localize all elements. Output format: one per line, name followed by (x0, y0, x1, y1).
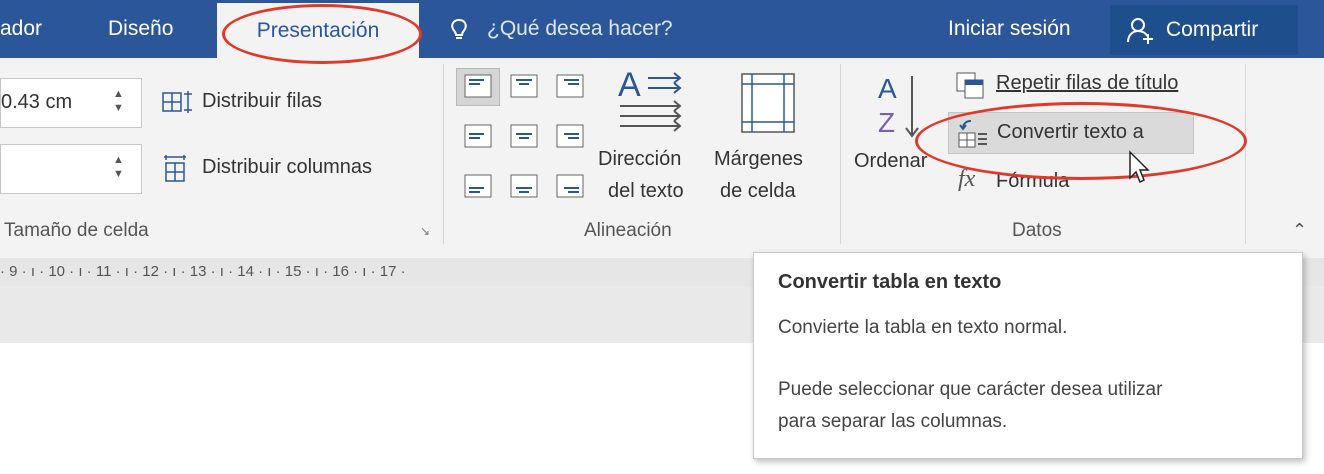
tooltip: Convertir tabla en texto Convierte la ta… (753, 252, 1303, 459)
svg-text:A: A (618, 66, 641, 104)
cell-margins-icon (741, 73, 795, 133)
align-center-left-icon[interactable] (464, 124, 492, 148)
distribute-rows-icon (162, 91, 192, 113)
group-separator (1245, 64, 1246, 244)
svg-text:Z: Z (878, 107, 895, 138)
cell-margins-button[interactable]: Márgenes de celda (710, 62, 828, 210)
tab-layout[interactable]: Presentación (217, 3, 419, 58)
text-direction-label-2: del texto (608, 180, 684, 202)
tooltip-description: Convierte la tabla en texto normal. (778, 317, 1068, 338)
sort-label: Ordenar (854, 150, 928, 172)
alignment-group-label: Alineación (584, 220, 672, 241)
align-top-center-icon[interactable] (510, 74, 538, 98)
formula-label: Fórmula (996, 170, 1070, 192)
alignment-grid (456, 68, 596, 208)
spin-arrows-icon[interactable]: ▲ ▼ (113, 153, 124, 181)
person-add-icon (1127, 18, 1153, 44)
align-bottom-center-icon[interactable] (510, 174, 538, 198)
convert-to-text-icon (958, 120, 987, 148)
tab-insert[interactable]: ador (0, 0, 42, 58)
ruler-marks: · 9 · ı · 10 · ı · 11 · ı · 12 · ı · 13 … (0, 263, 406, 280)
text-direction-icon: A (618, 66, 682, 132)
repeat-header-rows-icon (956, 72, 984, 99)
repeat-header-rows-button[interactable]: Repetir filas de título (956, 70, 1236, 104)
svg-text:A: A (878, 73, 897, 104)
repeat-header-rows-label: Repetir filas de título (996, 72, 1179, 94)
share-button[interactable]: Compartir (1110, 5, 1298, 55)
align-bottom-right-icon[interactable] (556, 174, 584, 198)
tooltip-title: Convertir tabla en texto (778, 271, 1002, 293)
distribute-rows-label: Distribuir filas (202, 90, 323, 112)
mouse-cursor-icon (1129, 150, 1150, 184)
cell-margins-label-2: de celda (720, 180, 796, 202)
tab-design[interactable]: Diseño (108, 0, 173, 58)
cell-margins-label-1: Márgenes (714, 148, 803, 170)
share-label: Compartir (1166, 18, 1259, 41)
sort-az-icon: A Z (878, 73, 919, 138)
ribbon-tab-bar: ador Diseño Presentación ¿Qué desea hace… (0, 0, 1324, 58)
tooltip-detail-line-2: para separar las columnas. (778, 411, 1008, 432)
sign-in-link[interactable]: Iniciar sesión (948, 0, 1071, 58)
align-center-right-icon[interactable] (556, 124, 584, 148)
sort-button[interactable]: A Z Ordenar (850, 64, 942, 184)
align-bottom-left-icon[interactable] (464, 174, 492, 198)
distribute-columns-button[interactable]: Distribuir columnas (162, 154, 432, 186)
cell-width-field[interactable]: ▲ ▼ (0, 144, 142, 194)
collapse-ribbon-icon[interactable]: ⌃ (1292, 220, 1307, 241)
distribute-rows-button[interactable]: Distribuir filas (162, 88, 362, 120)
lightbulb-icon (451, 18, 467, 39)
align-top-right-icon[interactable] (556, 74, 584, 98)
tell-me-search[interactable]: ¿Qué desea hacer? (487, 0, 673, 58)
ribbon-panel: 0.43 cm ▲ ▼ ▲ ▼ Distribuir filas Distribui… (0, 58, 1324, 250)
align-center-icon[interactable] (510, 124, 538, 148)
distribute-columns-label: Distribuir columnas (202, 156, 373, 178)
tooltip-detail-line-1: Puede seleccionar que carácter desea uti… (778, 379, 1163, 400)
group-separator (840, 64, 841, 244)
formula-icon: fx (958, 166, 976, 192)
align-top-left-icon (464, 74, 492, 98)
convert-to-text-button[interactable]: Convertir texto a (948, 112, 1194, 154)
cell-size-group-label: Tamaño de celda (4, 220, 149, 241)
distribute-columns-icon (164, 155, 186, 182)
data-group-label: Datos (1012, 220, 1062, 241)
text-direction-button[interactable]: A Dirección del texto (596, 62, 706, 210)
text-direction-label-1: Dirección (598, 148, 682, 170)
cell-height-value: 0.43 cm (1, 91, 73, 113)
cell-height-field[interactable]: 0.43 cm ▲ ▼ (0, 78, 142, 128)
dialog-launcher-icon[interactable]: ↘ (420, 224, 430, 238)
convert-to-text-label: Convertir texto a (997, 121, 1144, 143)
group-separator (443, 64, 444, 244)
spin-arrows-icon[interactable]: ▲ ▼ (113, 87, 124, 115)
formula-button[interactable]: fx Fórmula (956, 166, 1156, 200)
